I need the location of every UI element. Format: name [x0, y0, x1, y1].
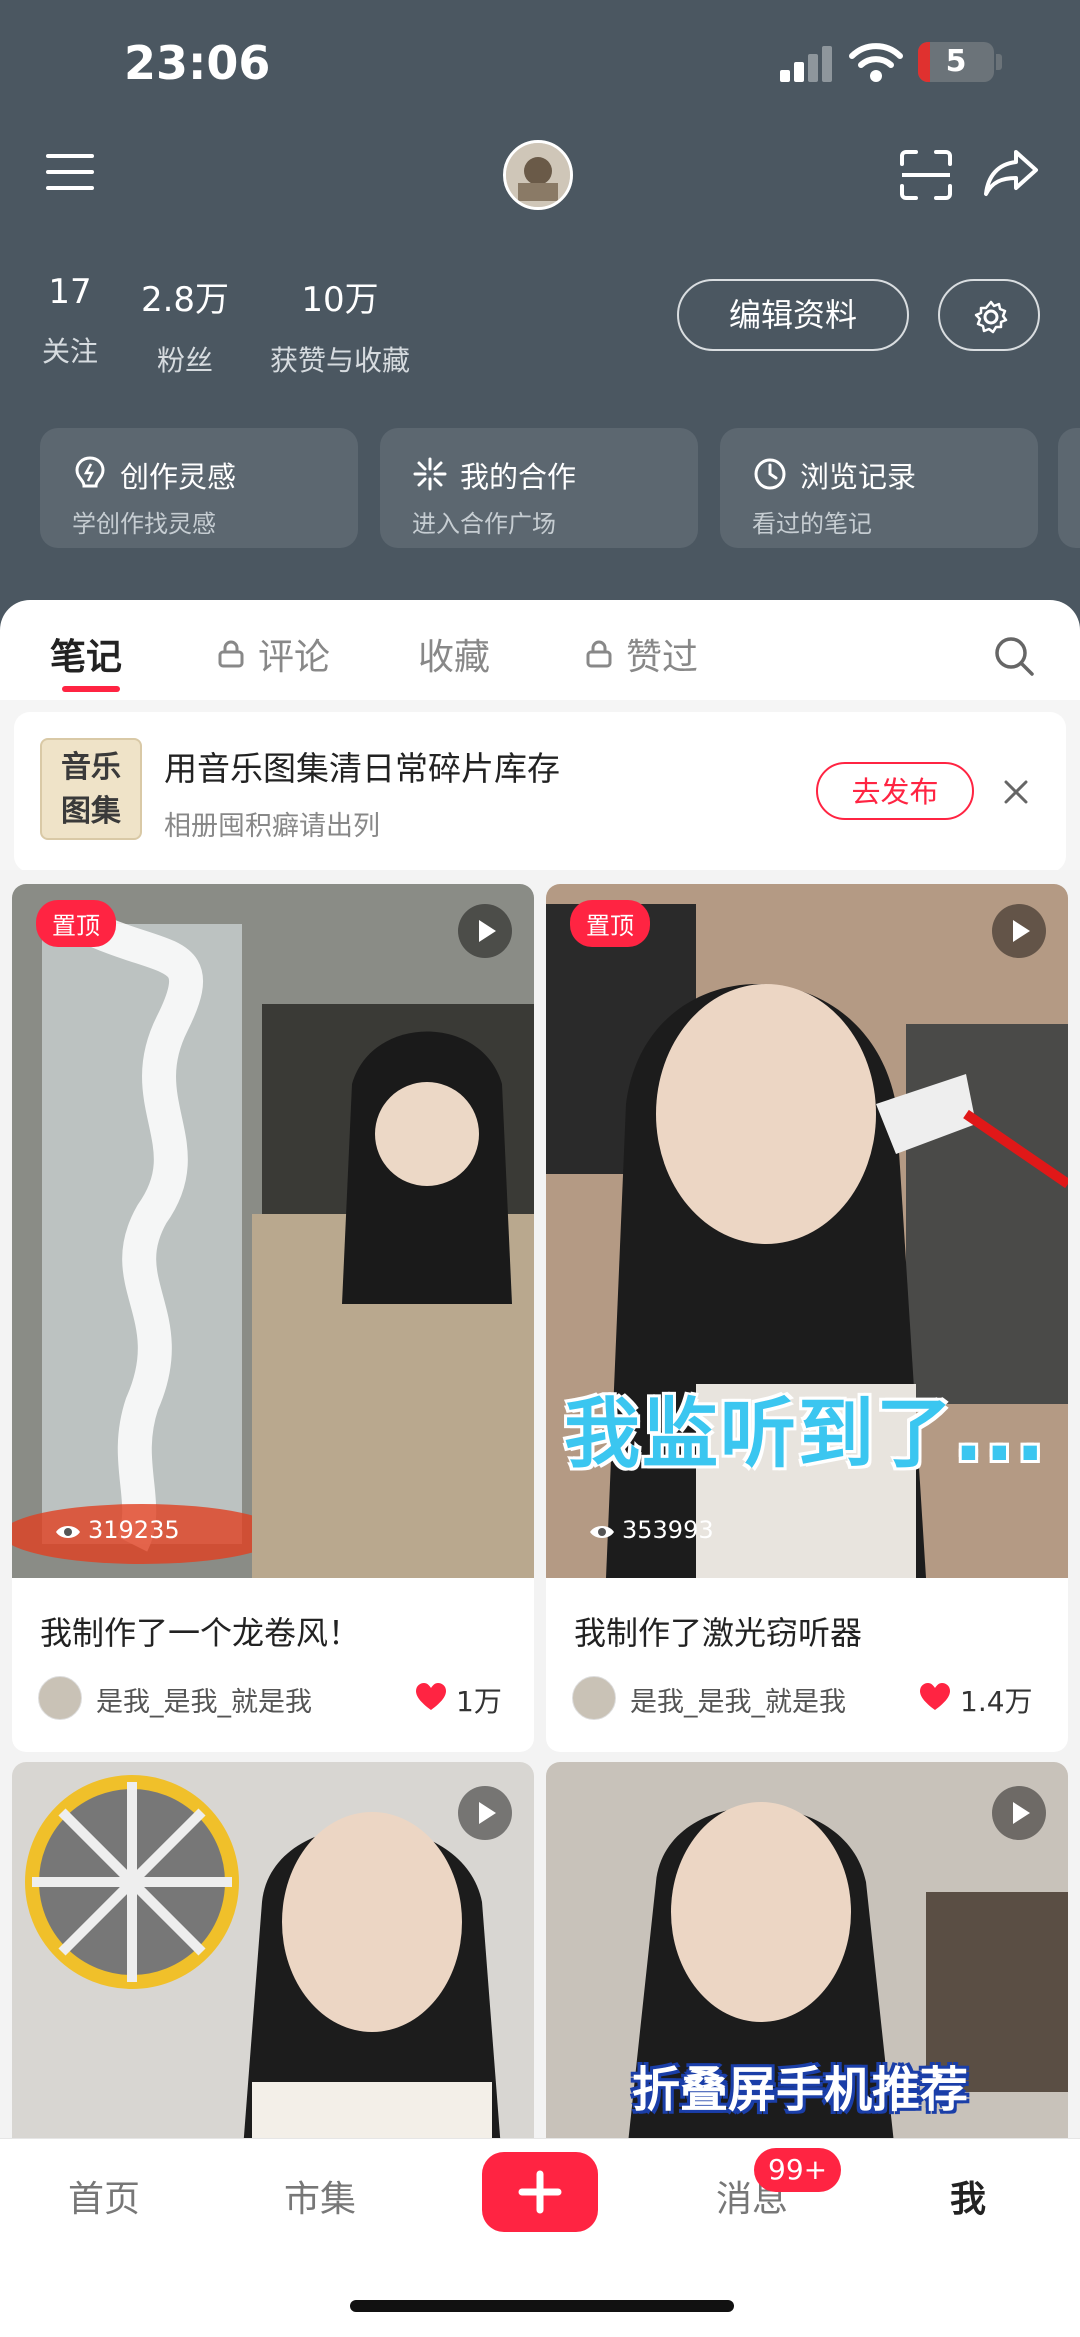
scan-icon[interactable]: [898, 148, 954, 202]
cover-overlay-text: 我监听到了...: [564, 1389, 1047, 1478]
tab-notes[interactable]: 笔记: [50, 628, 122, 680]
promo-banner[interactable]: 音乐图集 用音乐图集清日常碎片库存 相册囤积癖请出列 去发布: [14, 712, 1066, 872]
card-partial[interactable]: [1058, 428, 1080, 548]
note-card[interactable]: [12, 1762, 534, 2162]
promo-subtitle: 相册囤积癖请出列: [164, 811, 380, 842]
like-count: 1.4万: [960, 1685, 1033, 1718]
heart-icon[interactable]: [918, 1682, 952, 1712]
status-time: 23:06: [124, 36, 271, 90]
home-indicator: [350, 2300, 734, 2312]
card-subtitle: 看过的笔记: [752, 510, 872, 538]
profile-avatar[interactable]: [503, 140, 573, 210]
gear-icon: [974, 300, 1008, 334]
nav-home[interactable]: 首页: [68, 2170, 140, 2222]
stat-followers[interactable]: 2.8万 粉丝: [130, 272, 240, 379]
promo-thumbnail: 音乐图集: [40, 738, 142, 840]
lock-icon: [586, 640, 612, 668]
video-play-icon: [458, 1786, 512, 1840]
video-play-icon: [458, 904, 512, 958]
view-count: 353993: [622, 1516, 714, 1544]
wifi-icon: [849, 43, 903, 82]
nav-market[interactable]: 市集: [284, 2170, 356, 2222]
stat-label: 关注: [41, 335, 98, 368]
sparkle-icon: [413, 457, 447, 491]
battery-level: 5: [945, 44, 967, 79]
stat-following[interactable]: 17 关注: [30, 272, 110, 370]
pinned-badge: 置顶: [570, 900, 650, 947]
video-play-icon: [992, 904, 1046, 958]
note-cover-image: [12, 884, 534, 1578]
edit-profile-button[interactable]: 编辑资料: [677, 279, 909, 351]
card-title: 创作灵感: [120, 460, 237, 494]
note-card[interactable]: 我监听到了... 置顶 353993 我制作了激光窃听器 是我_是我_就是我 1…: [546, 884, 1068, 1752]
card-browsing-history[interactable]: 浏览记录 看过的笔记: [720, 428, 1038, 548]
view-count: 319235: [88, 1516, 180, 1544]
card-subtitle: 学创作找灵感: [72, 510, 216, 538]
stat-label: 获赞与收藏: [269, 344, 410, 377]
plus-icon: [518, 2170, 562, 2214]
author-name: 是我_是我_就是我: [630, 1687, 846, 1718]
note-card[interactable]: 置顶 319235 我制作了一个龙卷风！ 是我_是我_就是我 1万: [12, 884, 534, 1752]
stat-label: 粉丝: [156, 344, 213, 377]
lightbulb-icon: [75, 456, 105, 488]
lock-icon: [218, 640, 244, 668]
cellular-signal-icon: [780, 46, 832, 82]
note-title: 我制作了激光窃听器: [574, 1614, 863, 1652]
battery-tip: [996, 54, 1002, 70]
battery-indicator: 5: [918, 42, 994, 82]
nav-me[interactable]: 我: [950, 2170, 986, 2222]
author-avatar: [38, 1676, 82, 1720]
pinned-badge: 置顶: [36, 900, 116, 947]
eye-icon: [590, 1526, 614, 1538]
card-creative-inspiration[interactable]: 创作灵感 学创作找灵感: [40, 428, 358, 548]
note-card[interactable]: 折叠屏手机推荐: [546, 1762, 1068, 2162]
eye-icon: [56, 1526, 80, 1538]
author-name: 是我_是我_就是我: [96, 1687, 312, 1718]
share-icon[interactable]: [982, 146, 1040, 200]
video-play-icon: [992, 1786, 1046, 1840]
tab-active-indicator: [62, 686, 120, 692]
tab-comments[interactable]: 评论: [258, 628, 330, 680]
stat-value: 17: [48, 272, 92, 312]
stat-value: 2.8万: [140, 280, 230, 320]
note-cover-image: [12, 1762, 534, 2162]
promo-thumbnail-text: 音乐图集: [61, 750, 121, 829]
search-icon[interactable]: [992, 634, 1036, 678]
create-post-button[interactable]: [482, 2152, 598, 2232]
note-title: 我制作了一个龙卷风！: [40, 1614, 361, 1652]
heart-icon[interactable]: [414, 1682, 448, 1712]
tab-liked[interactable]: 赞过: [626, 628, 698, 680]
settings-button[interactable]: [938, 279, 1040, 351]
stat-likes-collections[interactable]: 10万 获赞与收藏: [260, 272, 420, 379]
message-count-badge: 99+: [754, 2148, 842, 2192]
card-subtitle: 进入合作广场: [412, 510, 556, 538]
card-my-cooperation[interactable]: 我的合作 进入合作广场: [380, 428, 698, 548]
close-icon[interactable]: [1002, 778, 1030, 806]
publish-button[interactable]: 去发布: [816, 762, 974, 820]
author-avatar: [572, 1676, 616, 1720]
promo-title: 用音乐图集清日常碎片库存: [164, 749, 560, 788]
stat-value: 10万: [301, 280, 379, 320]
clock-icon: [754, 458, 786, 490]
menu-icon[interactable]: [46, 152, 94, 192]
cover-overlay-text: 折叠屏手机推荐: [632, 2062, 969, 2118]
card-title: 浏览记录: [800, 460, 917, 494]
like-count: 1万: [456, 1685, 502, 1718]
tab-collections[interactable]: 收藏: [418, 628, 490, 680]
card-title: 我的合作: [460, 460, 577, 494]
